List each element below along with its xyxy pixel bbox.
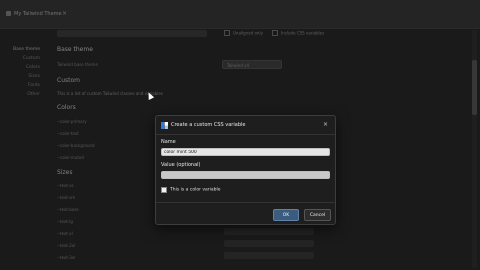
name-input[interactable] [161, 148, 330, 156]
ok-button[interactable]: OK [273, 209, 299, 221]
cancel-button[interactable]: Cancel [304, 209, 331, 221]
divider [156, 134, 335, 135]
name-label: Name [161, 139, 176, 145]
divider [156, 202, 335, 203]
close-icon[interactable]: × [323, 121, 328, 128]
create-variable-dialog: Create a custom CSS variable × Name Valu… [155, 115, 336, 225]
dialog-header: Create a custom CSS variable × [156, 116, 335, 134]
app-logo-icon [161, 122, 168, 129]
value-input[interactable] [161, 171, 330, 179]
value-label: Value (optional) [161, 162, 201, 168]
dialog-title: Create a custom CSS variable [171, 122, 246, 128]
color-variable-checkbox[interactable]: This is a color variable [161, 187, 221, 194]
checkbox-icon[interactable] [161, 187, 167, 193]
